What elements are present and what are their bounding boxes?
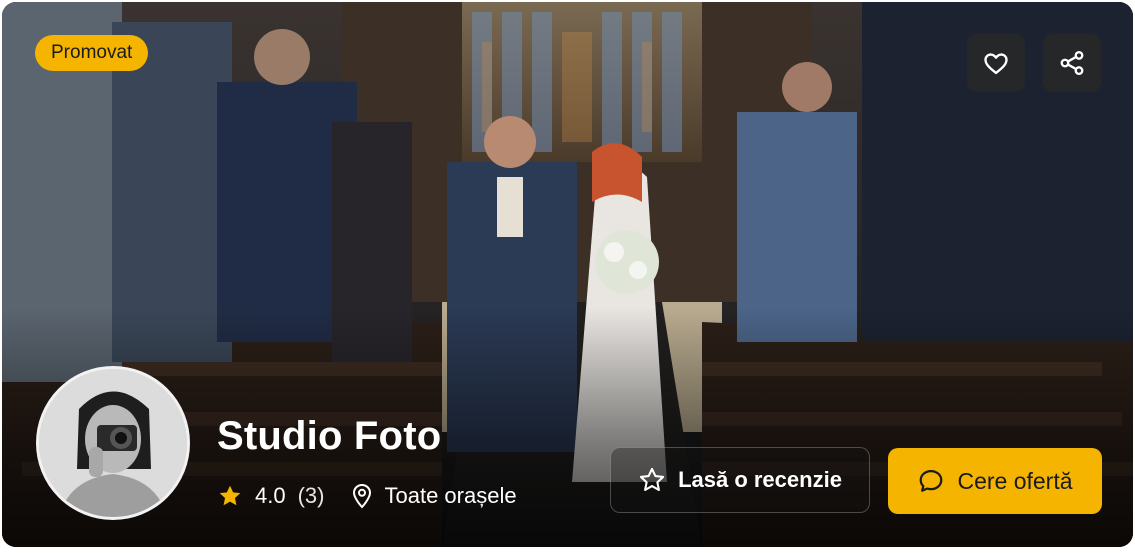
vendor-hero-card: Promovat Studio Foto 4.0 (3) Toate orașe… [2, 2, 1133, 547]
location-pin-icon [350, 483, 374, 509]
location-text: Toate orașele [384, 483, 517, 508]
photographer-avatar-icon [39, 369, 187, 517]
share-icon [1060, 50, 1084, 76]
leave-review-button[interactable]: Lasă o recenzie [610, 447, 870, 513]
favorite-button[interactable] [967, 34, 1025, 92]
request-offer-label: Cere ofertă [957, 467, 1073, 494]
vendor-avatar [36, 366, 190, 520]
reviews-count: (3) [297, 483, 325, 508]
vendor-name: Studio Foto [217, 414, 442, 458]
vendor-meta: 4.0 (3) Toate orașele [217, 480, 517, 512]
request-offer-button[interactable]: Cere ofertă [888, 448, 1102, 514]
share-button[interactable] [1043, 34, 1101, 92]
promoted-badge: Promovat [35, 35, 149, 71]
heart-icon [984, 53, 1008, 75]
rating-value: 4.0 [255, 483, 286, 508]
leave-review-label: Lasă o recenzie [678, 467, 842, 492]
chat-bubble-icon [920, 469, 943, 492]
star-icon [219, 485, 241, 506]
star-outline-icon [639, 467, 665, 491]
